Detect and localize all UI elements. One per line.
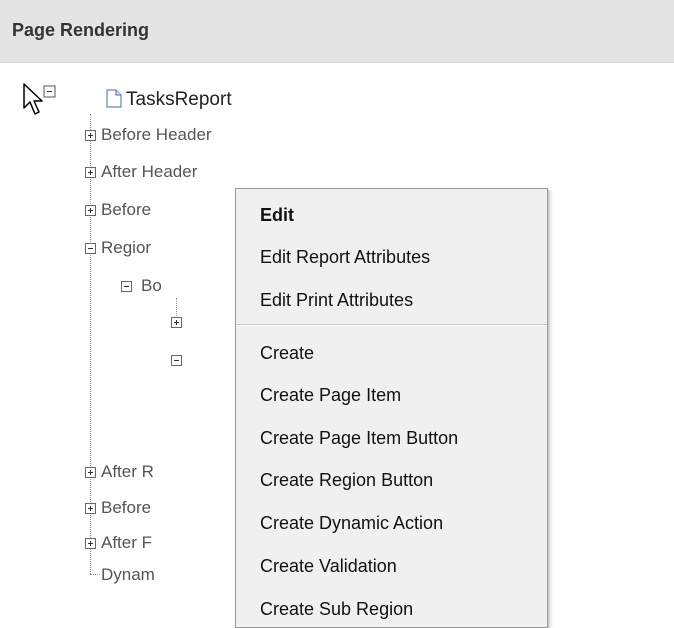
page-icon [106,89,122,108]
menu-item-edit-print-attributes[interactable]: Edit Print Attributes [260,290,413,311]
expand-toggle-icon[interactable] [171,317,182,328]
tree-root-tasksreport[interactable]: TasksReport [126,89,232,111]
tree-node-after-regions[interactable]: After R [101,462,154,482]
menu-item-create-region-button[interactable]: Create Region Button [260,470,433,491]
tree-node-after-footer[interactable]: After F [101,533,152,553]
tree-node-before-header[interactable]: Before Header [101,125,212,145]
expand-toggle-icon[interactable] [85,503,96,514]
mouse-pointer-icon [23,83,56,115]
expand-toggle-icon[interactable] [85,130,96,141]
menu-item-edit-report-attributes[interactable]: Edit Report Attributes [260,247,430,268]
menu-item-create-sub-region[interactable]: Create Sub Region [260,599,413,620]
tree-node-before-footer[interactable]: Before [101,498,151,518]
menu-item-create-page-item-button[interactable]: Create Page Item Button [260,428,458,449]
expand-toggle-icon[interactable] [85,167,96,178]
expand-toggle-icon[interactable] [85,205,96,216]
collapse-toggle-icon[interactable] [171,355,182,366]
tree-node-before-body[interactable]: Before [101,200,151,220]
tree-connector [90,574,100,575]
menu-item-create-page-item[interactable]: Create Page Item [260,385,401,406]
tree-node-body[interactable]: Bo [141,276,162,296]
menu-item-create-dynamic-action[interactable]: Create Dynamic Action [260,513,443,534]
context-menu: Edit Edit Report Attributes Edit Print A… [235,188,548,628]
menu-item-create-validation[interactable]: Create Validation [260,556,397,577]
collapse-toggle-icon[interactable] [121,281,132,292]
menu-item-edit[interactable]: Edit [260,205,294,226]
tree-node-dynamic-actions[interactable]: Dynam [101,565,155,585]
menu-separator [236,324,547,326]
tree-connector [176,298,177,318]
tree-node-regions[interactable]: Regior [101,238,151,258]
expand-toggle-icon[interactable] [85,467,96,478]
tree-node-after-header[interactable]: After Header [101,162,197,182]
menu-item-create[interactable]: Create [260,343,314,364]
expand-toggle-icon[interactable] [85,538,96,549]
collapse-toggle-icon[interactable] [85,243,96,254]
